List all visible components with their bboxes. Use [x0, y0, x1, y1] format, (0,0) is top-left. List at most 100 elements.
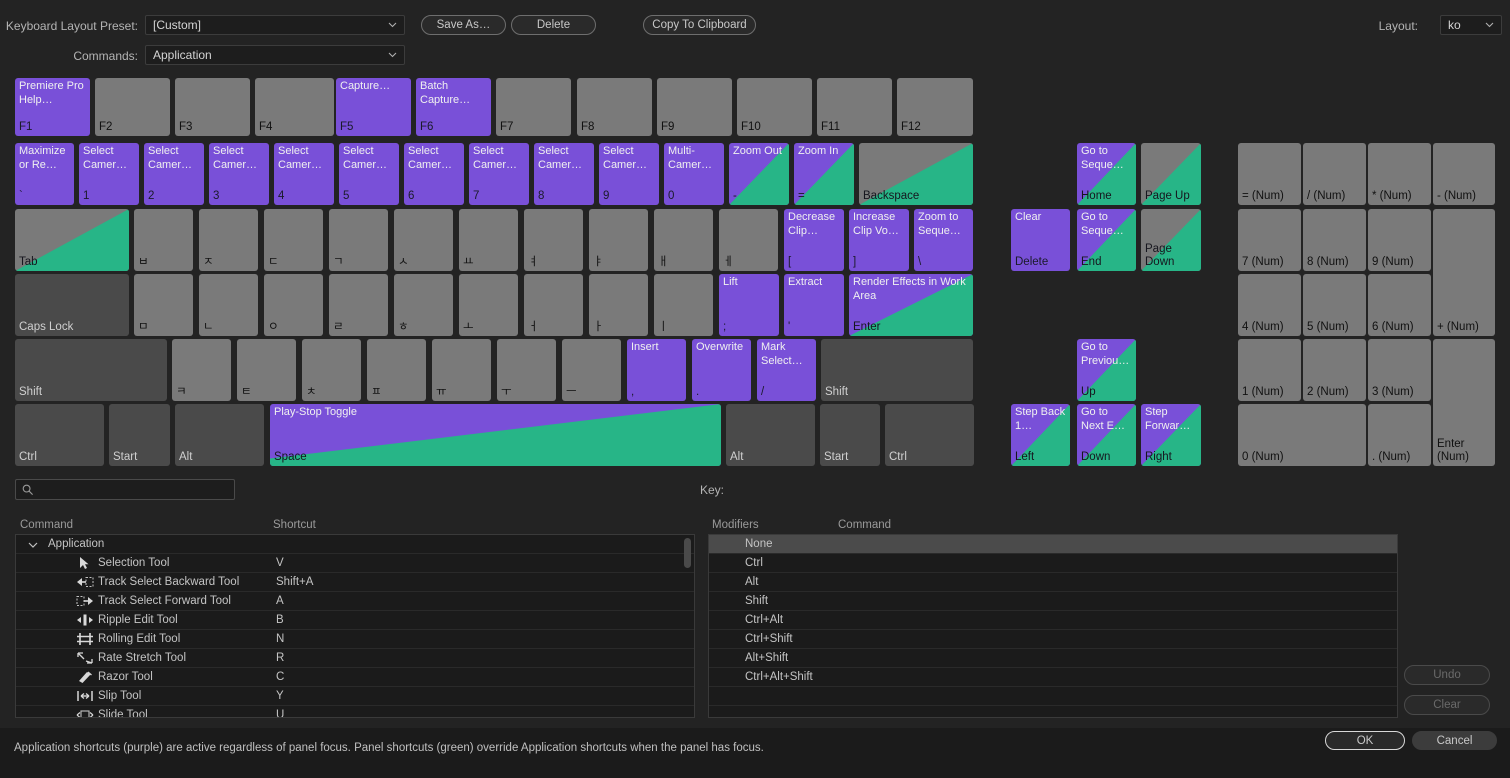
key-[interactable]: ㅈ	[199, 209, 258, 271]
command-row[interactable]: Ripple Edit Tool B	[16, 611, 694, 630]
key-[interactable]: Decrease Clip… [	[784, 209, 844, 271]
key-[interactable]: ㅐ	[654, 209, 713, 271]
key-f9[interactable]: F9	[657, 78, 732, 136]
key-[interactable]: Increase Clip Vo…]	[849, 209, 909, 271]
modifier-row[interactable]: Ctrl	[709, 554, 1397, 573]
key-0-num[interactable]: 0 (Num)	[1238, 404, 1366, 466]
key-down[interactable]: Go to Next E… Down	[1077, 404, 1136, 466]
key-[interactable]: ㄱ	[329, 209, 388, 271]
key-page-up[interactable]: Page Up	[1141, 143, 1201, 205]
key-[interactable]: Overwrite.	[692, 339, 751, 401]
key-1-num[interactable]: 1 (Num)	[1238, 339, 1301, 401]
key-[interactable]: ㅕ	[524, 209, 583, 271]
key-caps-lock[interactable]: Caps Lock	[15, 274, 129, 336]
layout-select[interactable]: ko	[1440, 15, 1502, 35]
key-[interactable]: ㅔ	[719, 209, 778, 271]
command-row[interactable]: Rate Stretch Tool R	[16, 649, 694, 668]
key-shift[interactable]: Shift	[821, 339, 973, 401]
key-num[interactable]: . (Num)	[1368, 404, 1431, 466]
key-tab[interactable]: Tab	[15, 209, 129, 271]
modifier-row[interactable]: Ctrl+Alt+Shift	[709, 668, 1397, 687]
modifier-row[interactable]: Alt+Shift	[709, 649, 1397, 668]
key-page-down[interactable]: Page Down	[1141, 209, 1201, 271]
key-3[interactable]: Select Camer… 3	[209, 143, 269, 205]
key-[interactable]: Lift;	[719, 274, 779, 336]
key-8-num[interactable]: 8 (Num)	[1303, 209, 1366, 271]
command-list-scrollbar[interactable]	[684, 538, 691, 716]
key-num[interactable]: = (Num)	[1238, 143, 1301, 205]
command-list[interactable]: Application Selection Tool V Track Select B…	[15, 534, 695, 718]
key-[interactable]: Insert,	[627, 339, 686, 401]
modifier-row[interactable]: None	[709, 535, 1397, 554]
key-7[interactable]: Select Camer… 7	[469, 143, 529, 205]
key-6-num[interactable]: 6 (Num)	[1368, 274, 1431, 336]
command-row[interactable]: Track Select Forward Tool A	[16, 592, 694, 611]
key-[interactable]: ㅓ	[524, 274, 583, 336]
key-delete[interactable]: Clear Delete	[1011, 209, 1070, 271]
save-as-button[interactable]: Save As…	[421, 15, 506, 35]
key-[interactable]: ㅋ	[172, 339, 231, 401]
key-[interactable]: ㅣ	[654, 274, 713, 336]
key-f1[interactable]: Premiere Pro Help… F1	[15, 78, 90, 136]
key-4-num[interactable]: 4 (Num)	[1238, 274, 1301, 336]
key-num[interactable]: + (Num)	[1433, 209, 1495, 336]
scrollbar-thumb[interactable]	[684, 538, 691, 568]
key-6[interactable]: Select Camer… 6	[404, 143, 464, 205]
key-ctrl[interactable]: Ctrl	[15, 404, 104, 466]
key-f3[interactable]: F3	[175, 78, 250, 136]
key-5[interactable]: Select Camer… 5	[339, 143, 399, 205]
key-[interactable]: Zoom to Seque… \	[914, 209, 973, 271]
chevron-down-icon[interactable]	[28, 541, 38, 549]
key-[interactable]: ㅊ	[302, 339, 361, 401]
key-f12[interactable]: F12	[897, 78, 973, 136]
ok-button[interactable]: OK	[1325, 731, 1405, 750]
key-shift[interactable]: Shift	[15, 339, 167, 401]
key-up[interactable]: Go to Previou… Up	[1077, 339, 1136, 401]
key-home[interactable]: Go to Seque… Home	[1077, 143, 1136, 205]
key-8[interactable]: Select Camer… 8	[534, 143, 594, 205]
key-f8[interactable]: F8	[577, 78, 652, 136]
key-[interactable]: ㅍ	[367, 339, 426, 401]
command-row[interactable]: Slip Tool Y	[16, 687, 694, 706]
key-[interactable]: ㅡ	[562, 339, 621, 401]
undo-button[interactable]: Undo	[1404, 665, 1490, 685]
search-box[interactable]	[15, 479, 235, 500]
copy-to-clipboard-button[interactable]: Copy To Clipboard	[643, 15, 756, 35]
key-9-num[interactable]: 9 (Num)	[1368, 209, 1431, 271]
key-alt[interactable]: Alt	[726, 404, 815, 466]
command-row[interactable]: Slide Tool U	[16, 706, 694, 717]
command-row[interactable]: Rolling Edit Tool N	[16, 630, 694, 649]
key-5-num[interactable]: 5 (Num)	[1303, 274, 1366, 336]
key-[interactable]: ㅠ	[432, 339, 491, 401]
key-f11[interactable]: F11	[817, 78, 892, 136]
key-[interactable]: ㅇ	[264, 274, 323, 336]
key-[interactable]: ㅅ	[394, 209, 453, 271]
key-0[interactable]: Multi-Camer… 0	[664, 143, 724, 205]
key-f7[interactable]: F7	[496, 78, 571, 136]
key-enter-num[interactable]: Enter (Num)	[1433, 339, 1495, 466]
key-[interactable]: Zoom In =	[794, 143, 854, 205]
key-num[interactable]: - (Num)	[1433, 143, 1495, 205]
key-left[interactable]: Step Back 1… Left	[1011, 404, 1070, 466]
key-[interactable]: Zoom Out -	[729, 143, 789, 205]
key-f10[interactable]: F10	[737, 78, 812, 136]
key-backspace[interactable]: Backspace	[859, 143, 973, 205]
key-4[interactable]: Select Camer… 4	[274, 143, 334, 205]
key-7-num[interactable]: 7 (Num)	[1238, 209, 1301, 271]
key-enter[interactable]: Render Effects in Work Area Enter	[849, 274, 973, 336]
key-9[interactable]: Select Camer… 9	[599, 143, 659, 205]
modifier-row[interactable]: Alt	[709, 573, 1397, 592]
key-[interactable]: ㅎ	[394, 274, 453, 336]
key-3-num[interactable]: 3 (Num)	[1368, 339, 1431, 401]
key-[interactable]: ㄴ	[199, 274, 258, 336]
command-group-row[interactable]: Application	[16, 535, 694, 554]
key-[interactable]: ㅗ	[459, 274, 518, 336]
key-2-num[interactable]: 2 (Num)	[1303, 339, 1366, 401]
key-num[interactable]: / (Num)	[1303, 143, 1366, 205]
command-row[interactable]: Razor Tool C	[16, 668, 694, 687]
modifier-row[interactable]: Shift	[709, 592, 1397, 611]
key-[interactable]: Mark Select… /	[757, 339, 816, 401]
keyboard-map[interactable]: Premiere Pro Help… F1 F2 F3 F4 Capture… F5 Batc…	[0, 72, 1510, 474]
key-right[interactable]: Step Forwar… Right	[1141, 404, 1201, 466]
key-[interactable]: ㅁ	[134, 274, 193, 336]
